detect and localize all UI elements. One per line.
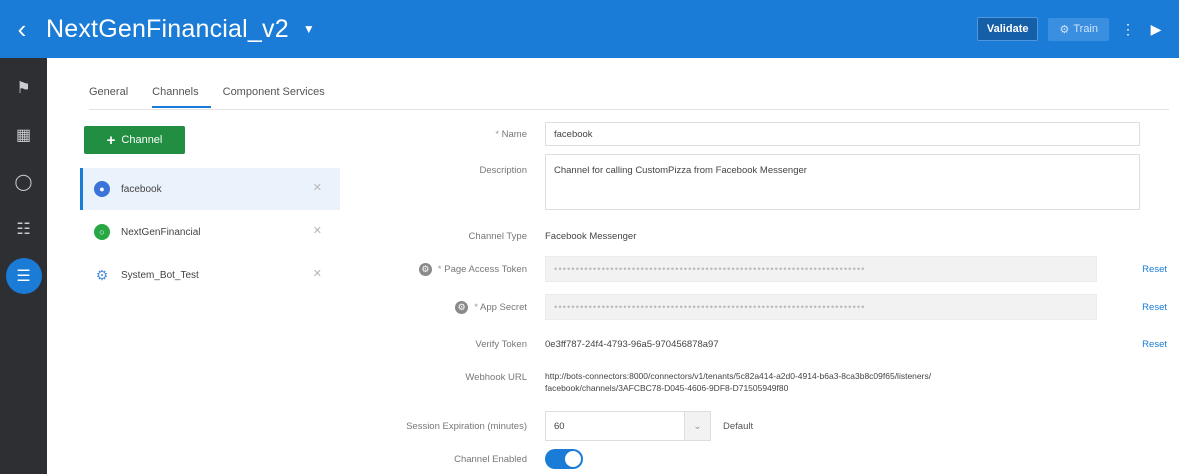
reset-verify-token-link[interactable]: Reset [1142,339,1167,350]
name-row: * Name facebook [327,122,1179,146]
channel-name: System_Bot_Test [121,269,199,281]
close-icon[interactable]: ✕ [313,181,322,194]
webhook-url-line-1: http://bots-connectors:8000/connectors/v… [545,371,932,381]
channel-enabled-label: Channel Enabled [454,453,527,465]
app-secret-field[interactable]: ••••••••••••••••••••••••••••••••••••••••… [545,294,1097,320]
close-icon[interactable]: ✕ [313,267,322,280]
webhook-url-label: Webhook URL [465,372,527,383]
title-dropdown-icon[interactable]: ▼ [303,22,315,36]
description-row: Description Channel for calling CustomPi… [327,154,1179,210]
train-icon: ⚙ [1059,23,1070,36]
train-button[interactable]: ⚙ Train [1048,17,1109,41]
back-chevron-icon[interactable]: ‹ [0,0,34,58]
name-field[interactable]: facebook [545,122,1140,146]
nav-settings-icon[interactable]: ☰ [0,252,47,299]
nav-entities-icon[interactable]: ▦ [0,111,47,158]
page-access-token-field[interactable]: ••••••••••••••••••••••••••••••••••••••••… [545,256,1097,282]
settings-icon[interactable]: ⋮ [1119,21,1137,38]
main-content: General Channels Component Services + Ch… [47,58,1179,474]
play-icon[interactable]: ▶ [1147,21,1165,38]
reset-page-access-token-link[interactable]: Reset [1142,264,1167,275]
bot-title: NextGenFinancial_v2 [46,14,289,43]
top-header-bar: ‹ NextGenFinancial_v2 ▼ Validate ⚙ Train… [0,0,1179,58]
channel-form: * Name facebook Description Channel for … [327,58,1179,474]
close-icon[interactable]: ✕ [313,224,322,237]
tab-channels[interactable]: Channels [152,86,211,108]
channel-type-row: Channel Type Facebook Messenger [327,226,1179,246]
settings-tabs: General Channels Component Services [89,86,349,108]
page-access-token-row: ⚙ * Page Access Token •••••••••••••••••••… [327,256,1179,282]
info-icon[interactable]: ⚙ [418,262,432,276]
webhook-url-value: http://bots-connectors:8000/connectors/v… [545,370,931,394]
description-field[interactable]: Channel for calling CustomPizza from Fac… [545,154,1140,210]
add-channel-button[interactable]: + Channel [84,126,185,154]
channel-item-system-bot-test[interactable]: ⚙ System_Bot_Test ✕ [80,254,340,296]
chevron-down-icon[interactable]: ⌄ [685,411,711,441]
plus-icon: + [106,131,116,149]
name-label: * Name [495,128,527,140]
channel-item-nextgenfinancial[interactable]: ○ NextGenFinancial ✕ [80,211,340,253]
verify-token-value: 0e3ff787-24f4-4793-96a5-970456878a97 [545,338,719,350]
add-channel-label: Channel [121,134,163,146]
nav-intents-icon[interactable]: ⚑ [0,64,47,111]
info-icon[interactable]: ⚙ [455,300,469,314]
webhook-url-line-2: facebook/channels/3AFCBC78-D045-4606-9DF… [545,383,789,393]
nav-components-icon[interactable]: ☷ [0,205,47,252]
toggle-knob [565,451,581,467]
default-label: Default [723,420,754,432]
channel-type-label: Channel Type [468,230,527,242]
page-access-token-label: ⚙ * Page Access Token [327,262,545,276]
facebook-icon: ● [94,181,110,197]
header-actions: Validate ⚙ Train ⋮ ▶ [976,0,1165,58]
channel-item-facebook[interactable]: ● facebook ✕ [80,168,340,210]
channel-enabled-toggle[interactable] [545,449,583,469]
reset-app-secret-link[interactable]: Reset [1142,302,1167,313]
verify-token-row: Verify Token 0e3ff787-24f4-4793-96a5-970… [327,334,1179,354]
channel-name: NextGenFinancial [121,226,201,238]
channel-type-value: Facebook Messenger [545,230,637,242]
tab-component-services[interactable]: Component Services [223,86,337,108]
tab-general[interactable]: General [89,86,140,108]
train-label: Train [1073,23,1098,35]
session-expiration-row: Session Expiration (minutes) 60 ⌄ Defaul… [327,411,1179,441]
channel-enabled-row: Channel Enabled [327,448,1179,470]
nav-settings-active-circle: ☰ [5,257,42,294]
description-label: Description [479,165,527,176]
session-expiration-input[interactable]: 60 [545,411,685,441]
validate-button[interactable]: Validate [976,17,1039,41]
nav-flows-icon[interactable]: ◯ [0,158,47,205]
webhook-url-row: Webhook URL http://bots-connectors:8000/… [327,370,1179,394]
app-secret-row: ⚙ * App Secret ••••••••••••••••••••••••••… [327,294,1179,320]
gear-icon: ⚙ [94,266,110,283]
app-secret-label: ⚙ * App Secret [327,300,545,314]
web-channel-icon: ○ [94,224,110,240]
channel-name: facebook [121,183,162,195]
session-expiration-label: Session Expiration (minutes) [406,420,527,432]
verify-token-label: Verify Token [475,338,527,350]
channel-list: ● facebook ✕ ○ NextGenFinancial ✕ ⚙ Syst… [80,168,340,297]
left-nav-rail: ⚑ ▦ ◯ ☷ ☰ [0,58,47,474]
